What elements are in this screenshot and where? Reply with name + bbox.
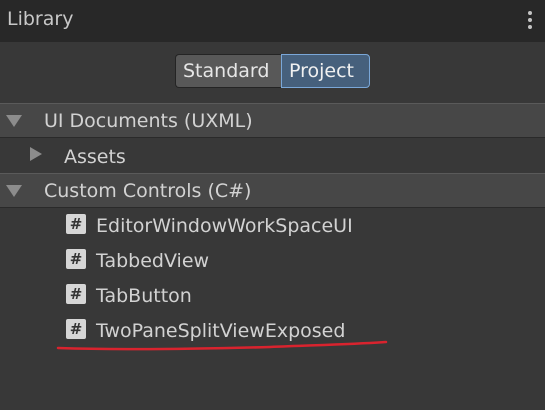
red-underline-annotation — [56, 340, 388, 351]
